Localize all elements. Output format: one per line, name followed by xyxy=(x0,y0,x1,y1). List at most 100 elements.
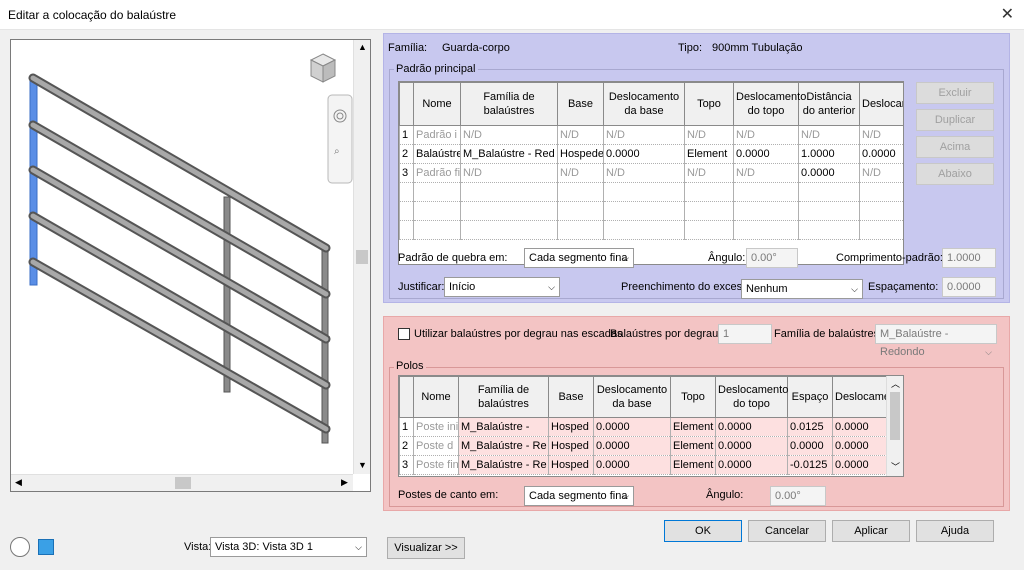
excess-fill-select[interactable]: Nenhum ⌵ xyxy=(741,279,863,299)
table-cell[interactable]: Element xyxy=(670,455,716,475)
table-cell[interactable]: 0.0000 xyxy=(715,455,788,475)
table-cell[interactable]: N/D xyxy=(859,125,903,145)
scroll-thumb[interactable] xyxy=(890,392,900,440)
break-pattern-select[interactable]: Cada segmento fina ⌵ xyxy=(524,248,634,268)
angle-field[interactable]: 0.00° xyxy=(746,248,798,268)
table-row[interactable]: 1 Poste ini M_Balaústre - Hosped 0.0000 Eleme… xyxy=(399,417,888,437)
scroll-right-icon[interactable]: ▶ xyxy=(341,477,348,488)
table-cell[interactable]: N/D xyxy=(859,163,903,183)
table-cell[interactable]: N/D xyxy=(798,125,860,145)
close-icon[interactable]: ✕ xyxy=(1001,4,1014,24)
table-cell[interactable]: Hosped xyxy=(548,455,594,475)
table-row[interactable]: 2 Balaústre M_Balaústre - Red Hospede 0.0000… xyxy=(399,144,903,164)
table-cell[interactable]: M_Balaústre - Red xyxy=(460,144,558,164)
scroll-down-icon[interactable]: ▼ xyxy=(358,460,367,470)
table-cell[interactable]: 0.0000 xyxy=(798,163,860,183)
table-cell[interactable]: Balaústre xyxy=(413,144,461,164)
break-pattern-value: Cada segmento fina xyxy=(529,252,628,264)
table-cell[interactable]: 0.0000 xyxy=(593,455,671,475)
table-cell[interactable]: Hospede xyxy=(557,144,604,164)
table-cell[interactable]: N/D xyxy=(733,125,799,145)
move-down-button[interactable]: Abaixo xyxy=(916,163,994,185)
table-cell[interactable]: N/D xyxy=(557,125,604,145)
table-cell[interactable]: M_Balaústre - xyxy=(458,417,549,437)
per-tread-checkbox-label: Utilizar balaústres por degrau nas escad… xyxy=(414,328,623,340)
scroll-up-icon[interactable]: ︿ xyxy=(891,377,900,390)
posts-scrollbar[interactable]: ︿ ﹀ xyxy=(886,376,903,476)
table-cell[interactable]: N/D xyxy=(460,125,558,145)
view-cube-icon[interactable] xyxy=(38,539,54,555)
per-tread-checkbox[interactable] xyxy=(398,328,410,340)
preview-viewport[interactable]: ⌕ xyxy=(10,39,371,492)
table-cell[interactable]: Hosped xyxy=(548,417,594,437)
table-cell[interactable]: Poste d xyxy=(413,436,459,456)
table-cell[interactable]: 1.0000 xyxy=(798,144,860,164)
table-cell[interactable]: N/D xyxy=(603,125,685,145)
posts-table[interactable]: Nome Família de balaústres Base Deslocament… xyxy=(398,375,904,477)
table-cell[interactable]: -0.0125 xyxy=(787,455,833,475)
chevron-down-icon: ⌵ xyxy=(548,282,555,292)
spacing-field[interactable]: 0.0000 xyxy=(942,277,996,297)
cancel-button[interactable]: Cancelar xyxy=(748,520,826,542)
default-length-field[interactable]: 1.0000 xyxy=(942,248,996,268)
table-cell[interactable]: N/D xyxy=(684,163,734,183)
type-label: Tipo: xyxy=(678,42,703,54)
table-cell[interactable]: Hosped xyxy=(548,436,594,456)
table-cell[interactable]: 0.0000 xyxy=(787,436,833,456)
table-row[interactable]: 3 Padrão fi N/D N/D N/D N/D N/D 0.0000 N/D xyxy=(399,163,903,183)
posts-angle-field[interactable]: 0.00° xyxy=(770,486,826,506)
table-cell[interactable]: N/D xyxy=(460,163,558,183)
per-tread-field[interactable]: 1 xyxy=(718,324,772,344)
empty-cell xyxy=(603,220,685,240)
table-cell[interactable]: N/D xyxy=(603,163,685,183)
table-cell[interactable]: Element xyxy=(670,417,716,437)
table-cell[interactable]: M_Balaústre - Re xyxy=(458,455,549,475)
help-button[interactable]: Ajuda xyxy=(916,520,994,542)
justify-select[interactable]: Início ⌵ xyxy=(444,277,560,297)
scroll-thumb[interactable] xyxy=(175,477,191,489)
steering-wheel-icon[interactable] xyxy=(10,537,30,557)
table-cell[interactable]: Padrão fi xyxy=(413,163,461,183)
table-cell[interactable]: N/D xyxy=(684,125,734,145)
table-cell[interactable]: 0.0000 xyxy=(733,144,799,164)
main-pattern-table[interactable]: Nome Família de balaústres Base Deslocament… xyxy=(398,81,904,265)
table-cell[interactable]: Element xyxy=(670,436,716,456)
table-cell[interactable]: 0.0000 xyxy=(715,436,788,456)
preview-vertical-scrollbar[interactable]: ▲ ▼ xyxy=(353,40,370,474)
corner-posts-select[interactable]: Cada segmento fina ⌵ xyxy=(524,486,634,506)
ok-button[interactable]: OK xyxy=(664,520,742,542)
table-cell[interactable]: N/D xyxy=(733,163,799,183)
table-cell[interactable]: Poste fin xyxy=(413,455,459,475)
table-row[interactable]: 3 Poste fin M_Balaústre - Re Hosped 0.0000 El… xyxy=(399,455,888,475)
main-pattern-group-label: Padrão principal xyxy=(394,63,478,75)
empty-cell xyxy=(859,220,903,240)
scroll-thumb[interactable] xyxy=(356,250,368,264)
scroll-down-icon[interactable]: ﹀ xyxy=(891,460,900,473)
move-up-button[interactable]: Acima xyxy=(916,136,994,158)
table-cell[interactable]: 0.0000 xyxy=(832,417,888,437)
table-cell[interactable]: Padrão i xyxy=(413,125,461,145)
scroll-up-icon[interactable]: ▲ xyxy=(358,42,367,52)
preview-toggle-button[interactable]: Visualizar >> xyxy=(387,537,465,559)
table-cell[interactable]: 0.0000 xyxy=(832,436,888,456)
table-cell[interactable]: 0.0000 xyxy=(593,417,671,437)
table-cell[interactable]: 0.0000 xyxy=(832,455,888,475)
view-select[interactable]: Vista 3D: Vista 3D 1 ⌵ xyxy=(210,537,367,557)
table-row[interactable]: 1 Padrão i N/D N/D N/D N/D N/D N/D N/D xyxy=(399,125,903,145)
table-row[interactable]: 2 Poste d M_Balaústre - Re Hosped 0.0000 Elem… xyxy=(399,436,888,456)
table-cell[interactable]: Poste ini xyxy=(413,417,459,437)
table-cell[interactable]: 0.0000 xyxy=(603,144,685,164)
table-cell[interactable]: M_Balaústre - Re xyxy=(458,436,549,456)
table-cell[interactable]: 0.0125 xyxy=(787,417,833,437)
table-cell[interactable]: N/D xyxy=(557,163,604,183)
stairs-family-select[interactable]: M_Balaústre - Redondo ⌵ xyxy=(875,324,997,358)
delete-button[interactable]: Excluir xyxy=(916,82,994,104)
table-cell[interactable]: 0.0000 xyxy=(715,417,788,437)
table-cell[interactable]: 0.0000 xyxy=(593,436,671,456)
scroll-left-icon[interactable]: ◀ xyxy=(15,477,22,488)
preview-horizontal-scrollbar[interactable]: ◀ ▶ xyxy=(11,474,353,491)
table-cell[interactable]: Element xyxy=(684,144,734,164)
duplicate-button[interactable]: Duplicar xyxy=(916,109,994,131)
apply-button[interactable]: Aplicar xyxy=(832,520,910,542)
table-cell[interactable]: 0.0000 xyxy=(859,144,903,164)
